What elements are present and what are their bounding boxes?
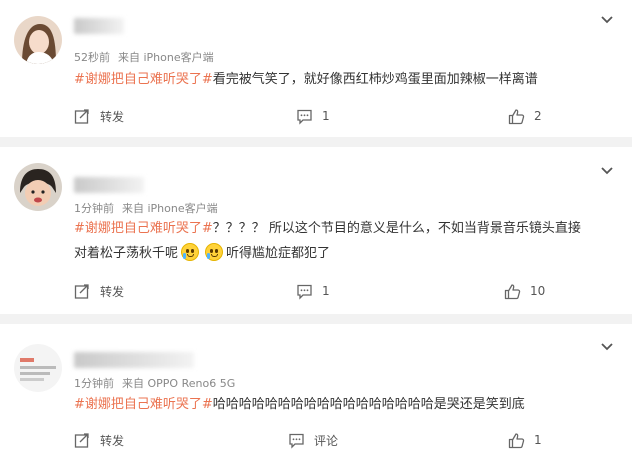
like-button[interactable]: 1	[508, 430, 542, 450]
repost-button[interactable]: 转发	[74, 106, 124, 126]
comment-icon	[297, 284, 312, 300]
post-source: 来自 iPhone客户端	[118, 51, 214, 64]
post-meta: 1分钟前 来自 OPPO Reno6 5G	[74, 375, 235, 391]
comment-count: 1	[322, 284, 330, 298]
topic-tag[interactable]: #谢娜把自己难听哭了#	[74, 72, 213, 87]
post-text-line2: 对着松子荡秋千呢	[74, 246, 179, 261]
post-separator	[0, 137, 632, 147]
comment-button[interactable]: 1	[296, 106, 330, 126]
comment-button[interactable]: 1	[296, 281, 330, 301]
comment-button[interactable]: 评论	[288, 430, 338, 450]
post-text-line2-end: 听得尴尬症都犯了	[226, 246, 331, 261]
like-button[interactable]: 2	[508, 106, 542, 126]
repost-label: 转发	[100, 109, 125, 124]
post-text: #谢娜把自己难听哭了#看完被气笑了，就好像西红柿炒鸡蛋里面加辣椒一样离谱	[74, 67, 604, 92]
like-button[interactable]: 10	[504, 281, 545, 301]
chevron-down-icon[interactable]	[600, 164, 614, 178]
post-text-line1: 看完被气笑了，就好像西红柿炒鸡蛋里面加辣椒一样离谱	[212, 72, 538, 87]
username[interactable]: ▇▇▇▇▇	[74, 18, 124, 34]
post-text: #谢娜把自己难听哭了#哈哈哈哈哈哈哈哈哈哈哈哈哈哈哈哈哈是哭还是笑到底	[74, 392, 604, 417]
post-source: 来自 OPPO Reno6 5G	[122, 377, 236, 390]
like-count: 10	[530, 284, 546, 298]
post-meta: 1分钟前 来自 iPhone客户端	[74, 200, 218, 216]
post-3: ▇▇▇▇▇▇▇▇▇▇▇▇ 1分钟前来自 OPPO Reno6 5G #谢娜把自己…	[0, 324, 632, 460]
username[interactable]: ▇▇▇▇▇▇▇	[74, 177, 144, 193]
crying-face-emoji	[181, 243, 200, 261]
like-icon	[504, 283, 521, 299]
like-count: 1	[534, 433, 542, 447]
like-icon	[508, 432, 525, 448]
comment-count: 1	[322, 109, 330, 123]
username[interactable]: ▇▇▇▇▇▇▇▇▇▇▇▇	[74, 352, 194, 368]
comment-icon	[289, 433, 304, 449]
repost-icon	[74, 283, 89, 299]
repost-button[interactable]: 转发	[74, 281, 124, 301]
topic-tag[interactable]: #谢娜把自己难听哭了#	[74, 221, 213, 236]
repost-button[interactable]: 转发	[74, 430, 124, 450]
repost-icon	[74, 108, 89, 124]
crying-face-emoji	[205, 243, 224, 261]
post-text: #谢娜把自己难听哭了#？？？？ 所以这个节目的意义是什么，不如当背景音乐镜头直接…	[74, 216, 604, 266]
post-text-line1: ？？？？ 所以这个节目的意义是什么，不如当背景音乐镜头直接	[212, 221, 581, 236]
post-time[interactable]: 1分钟前	[74, 377, 114, 390]
post-separator	[0, 314, 632, 324]
post-time[interactable]: 52秒前	[74, 51, 110, 64]
post-text-line1: 哈哈哈哈哈哈哈哈哈哈哈哈哈哈哈哈哈是哭还是笑到底	[212, 397, 525, 412]
repost-icon	[74, 432, 89, 448]
post-actions: 转发 1 2	[0, 106, 632, 126]
topic-tag[interactable]: #谢娜把自己难听哭了#	[74, 397, 213, 412]
post-source: 来自 iPhone客户端	[122, 202, 218, 215]
repost-label: 转发	[100, 433, 125, 448]
chevron-down-icon[interactable]	[600, 340, 614, 354]
comment-label: 评论	[314, 433, 339, 448]
like-count: 2	[534, 109, 542, 123]
like-icon	[508, 108, 525, 124]
post-actions: 转发 评论 1	[0, 430, 632, 450]
post-1: ▇▇▇▇▇ 52秒前来自 iPhone客户端 #谢娜把自己难听哭了#看完被气笑了…	[0, 0, 632, 140]
avatar[interactable]	[14, 163, 62, 211]
avatar[interactable]	[14, 344, 62, 392]
repost-label: 转发	[100, 284, 125, 299]
post-2: ▇▇▇▇▇▇▇ 1分钟前来自 iPhone客户端 #谢娜把自己难听哭了#？？？？…	[0, 147, 632, 317]
avatar[interactable]	[14, 16, 62, 64]
post-actions: 转发 1 10	[0, 281, 632, 301]
chevron-down-icon[interactable]	[600, 13, 614, 27]
comment-icon	[297, 109, 312, 125]
post-meta: 52秒前 来自 iPhone客户端	[74, 49, 214, 65]
post-time[interactable]: 1分钟前	[74, 202, 114, 215]
